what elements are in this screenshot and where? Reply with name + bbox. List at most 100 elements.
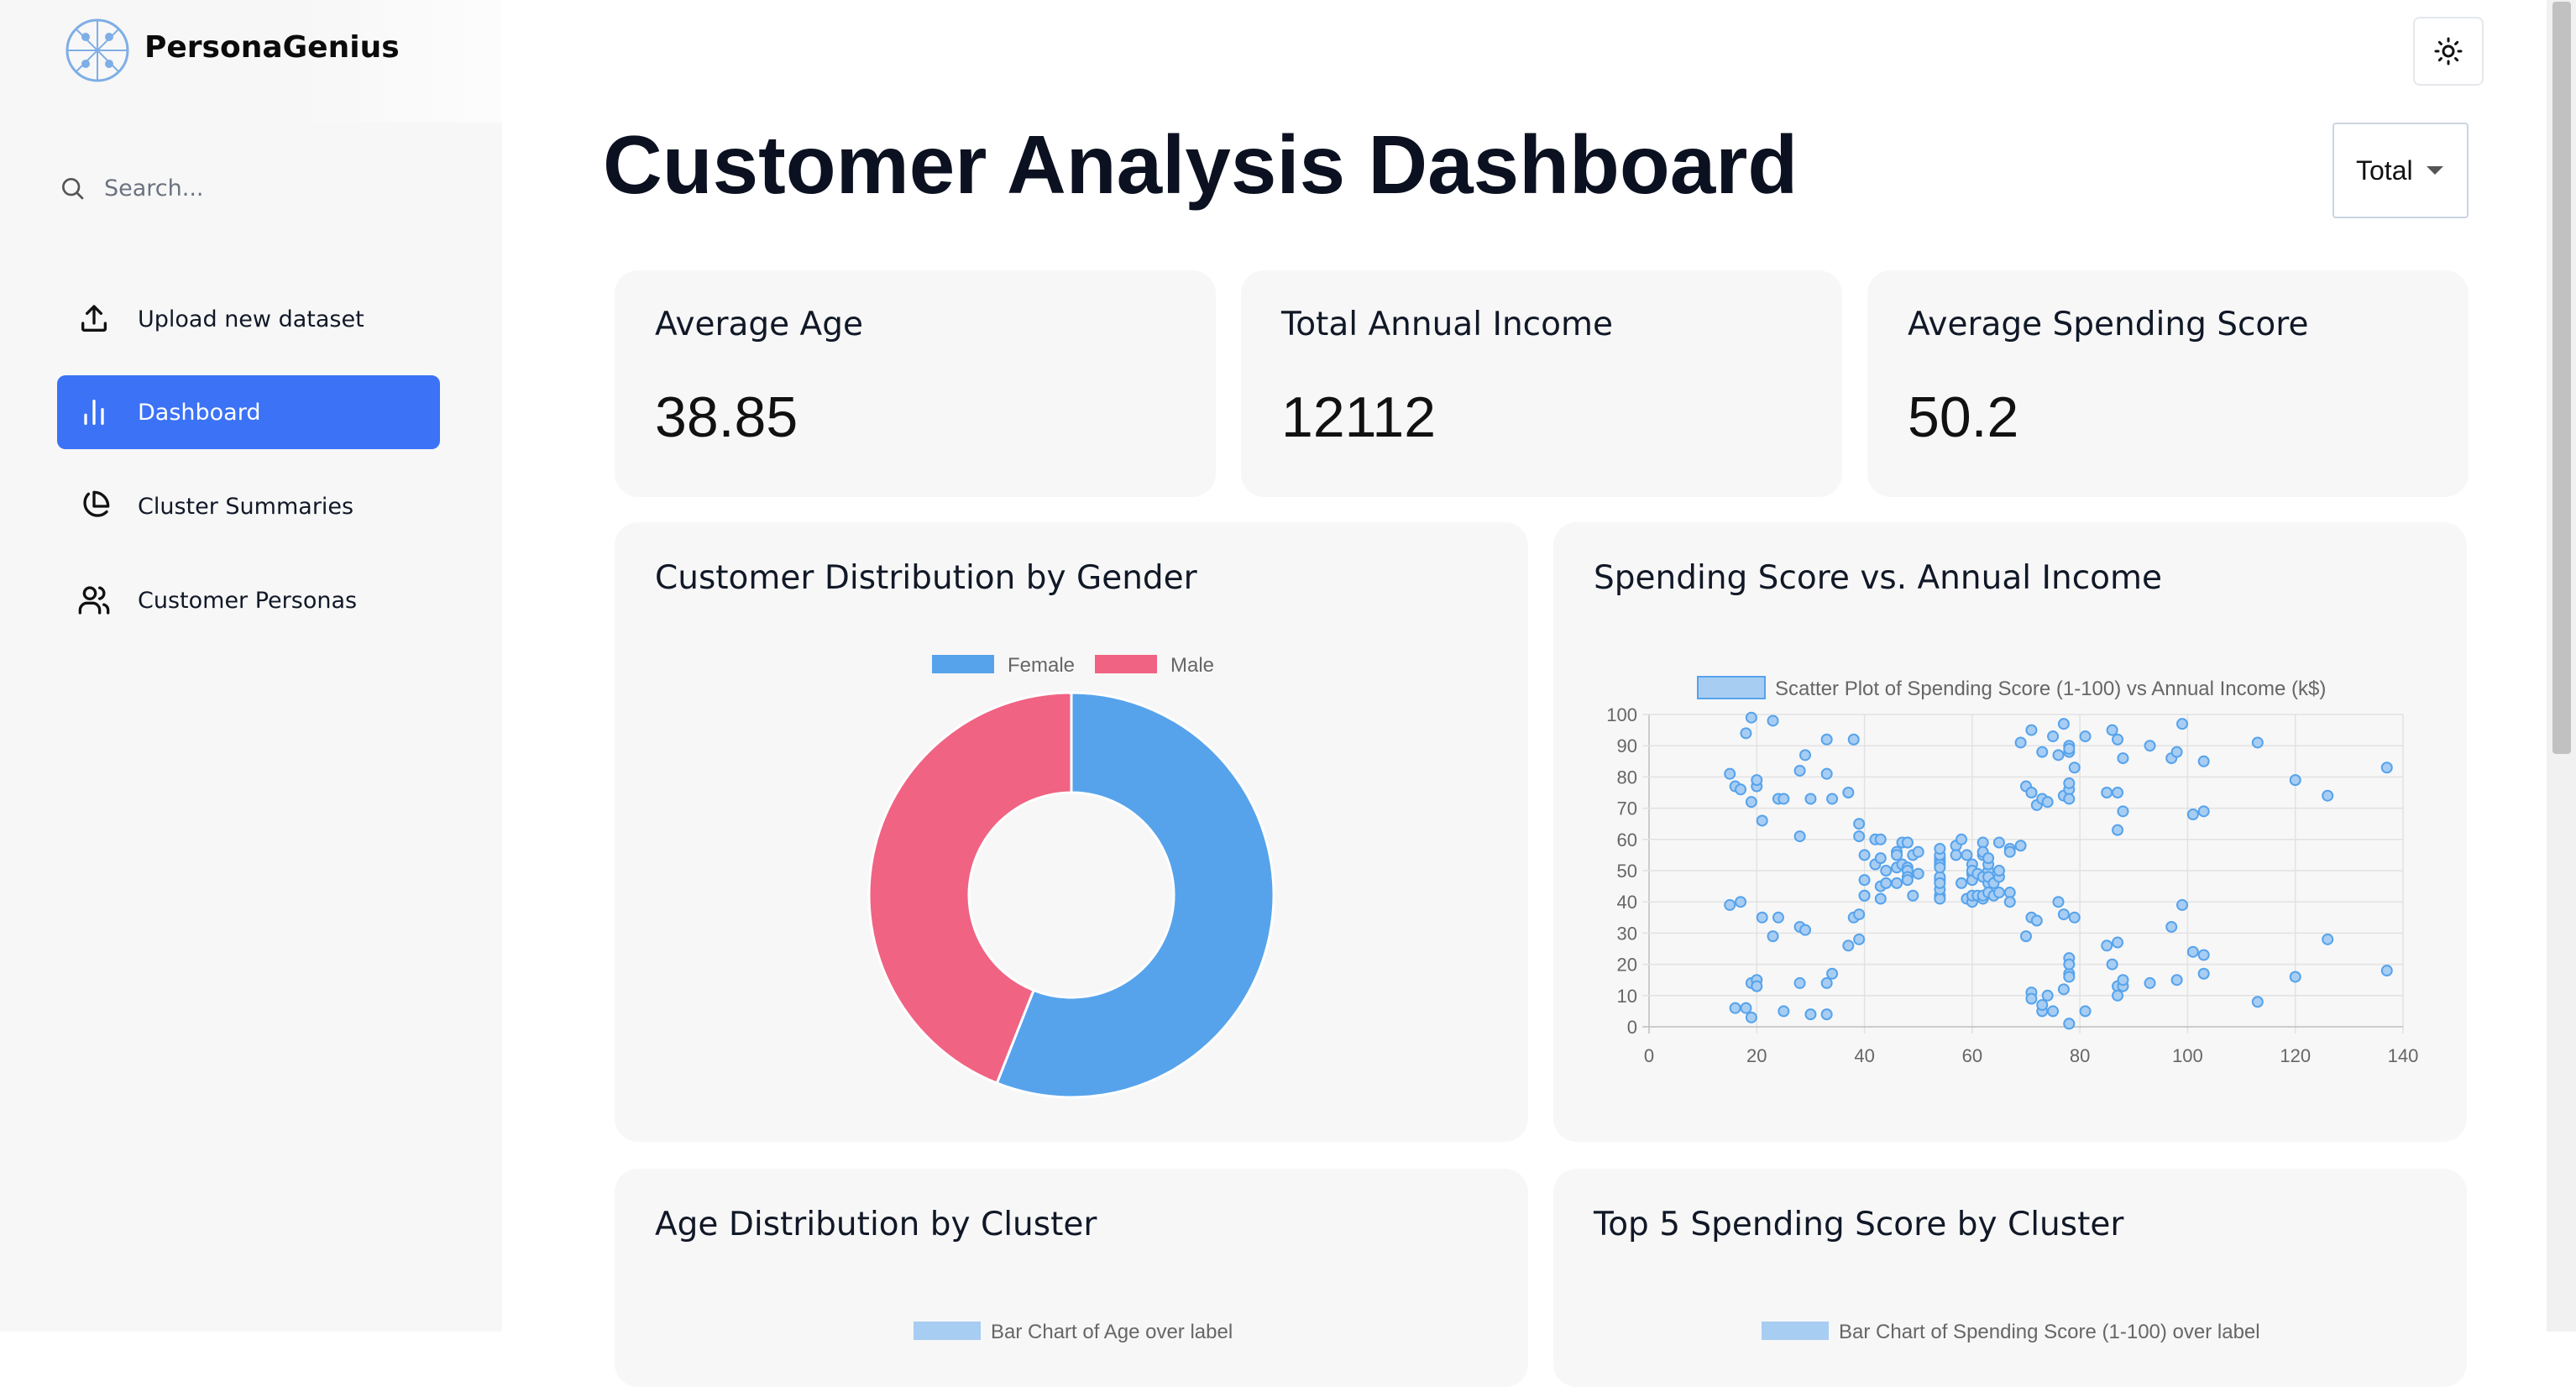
- scatter-point[interactable]: [2063, 958, 2076, 971]
- scatter-point[interactable]: [1793, 830, 1806, 843]
- scatter-point[interactable]: [1767, 930, 1779, 943]
- scatter-point[interactable]: [2197, 967, 2210, 980]
- scatter-point[interactable]: [1901, 836, 1914, 849]
- scatter-point[interactable]: [1804, 793, 1817, 805]
- scatter-point[interactable]: [2014, 840, 2027, 852]
- scatter-point[interactable]: [1880, 865, 1893, 877]
- scatter-point[interactable]: [1858, 874, 1871, 887]
- scatter-point[interactable]: [2052, 896, 2065, 908]
- scatter-point[interactable]: [1912, 867, 1924, 880]
- scatter-point[interactable]: [2079, 1005, 2092, 1018]
- scatter-point[interactable]: [1880, 877, 1893, 889]
- scatter-point[interactable]: [2068, 762, 2081, 774]
- scatter-point[interactable]: [1853, 818, 1866, 830]
- scatter-point[interactable]: [2025, 787, 2038, 798]
- scatter-point[interactable]: [2289, 774, 2301, 787]
- sidebar-item-cluster-summaries[interactable]: Cluster Summaries: [57, 469, 440, 543]
- scatter-point[interactable]: [2165, 920, 2178, 933]
- scatter-point[interactable]: [2322, 789, 2334, 802]
- scatter-point[interactable]: [1729, 1002, 1741, 1014]
- scatter-point[interactable]: [2052, 749, 2065, 762]
- scatter-point[interactable]: [1820, 1008, 1833, 1021]
- scatter-point[interactable]: [1853, 933, 1866, 945]
- scatter-point[interactable]: [1992, 865, 2005, 877]
- scatter-point[interactable]: [2176, 718, 2189, 730]
- scatter-point[interactable]: [2063, 1018, 2076, 1030]
- scatter-point[interactable]: [1793, 976, 1806, 989]
- scatter-point[interactable]: [2041, 989, 2054, 1002]
- scatter-point[interactable]: [2014, 736, 2027, 749]
- scatter-point[interactable]: [2380, 762, 2393, 774]
- scatter-point[interactable]: [2057, 718, 2070, 730]
- scatter-point[interactable]: [1820, 976, 1833, 989]
- scatter-point[interactable]: [2117, 805, 2129, 818]
- scatter-point[interactable]: [2176, 898, 2189, 911]
- scatter-point[interactable]: [2063, 793, 2076, 805]
- scatter-point[interactable]: [1740, 1002, 1752, 1014]
- scatter-point[interactable]: [1735, 783, 1747, 796]
- scatter-point[interactable]: [1751, 774, 1763, 787]
- scatter-point[interactable]: [2063, 777, 2076, 789]
- scatter-point[interactable]: [1724, 898, 1736, 911]
- scatter-point[interactable]: [2197, 755, 2210, 767]
- scatter-point[interactable]: [1772, 911, 1784, 924]
- scatter-point[interactable]: [1799, 749, 1812, 762]
- scatter-point[interactable]: [2057, 983, 2070, 996]
- scatter-point[interactable]: [1751, 980, 1763, 992]
- scatter-point[interactable]: [1934, 842, 1946, 855]
- scatter-point[interactable]: [1756, 911, 1768, 924]
- scatter-point[interactable]: [2186, 809, 2199, 821]
- scatter-point[interactable]: [1793, 764, 1806, 777]
- scatter-point[interactable]: [1992, 887, 2005, 899]
- scatter-point[interactable]: [1891, 877, 1903, 889]
- scatter-point[interactable]: [2289, 971, 2301, 983]
- scrollbar-thumb[interactable]: [2552, 2, 2571, 754]
- scatter-point[interactable]: [1820, 767, 1833, 780]
- scatter-point[interactable]: [1912, 845, 1924, 858]
- scatter-point[interactable]: [1756, 814, 1768, 827]
- scatter-point[interactable]: [1778, 793, 1790, 805]
- filter-select[interactable]: Total: [2333, 123, 2469, 218]
- scatter-point[interactable]: [2112, 733, 2124, 746]
- scatter-point[interactable]: [2380, 965, 2393, 977]
- scatter-point[interactable]: [2025, 992, 2038, 1005]
- scatter-point[interactable]: [1842, 939, 1855, 952]
- scatter-point[interactable]: [2036, 746, 2049, 758]
- scatter-point[interactable]: [2101, 787, 2113, 798]
- scatter-point[interactable]: [2047, 730, 2060, 743]
- scatter-point[interactable]: [2079, 730, 2092, 743]
- scatter-point[interactable]: [2063, 971, 2076, 983]
- search-box[interactable]: [55, 165, 442, 212]
- scatter-point[interactable]: [2322, 933, 2334, 945]
- scatter-point[interactable]: [1934, 861, 1946, 874]
- scatter-point[interactable]: [2063, 742, 2076, 755]
- scatter-point[interactable]: [2170, 746, 2183, 758]
- scatter-point[interactable]: [2251, 996, 2264, 1008]
- scatter-point[interactable]: [2117, 752, 2129, 765]
- scatter-point[interactable]: [1874, 892, 1887, 905]
- sidebar-item-upload[interactable]: Upload new dataset: [57, 282, 440, 356]
- scatter-point[interactable]: [1740, 727, 1752, 740]
- scatter-point[interactable]: [1956, 877, 1968, 889]
- scatter-point[interactable]: [1961, 849, 1973, 861]
- scatter-point[interactable]: [1745, 796, 1757, 809]
- scatter-point[interactable]: [1778, 1005, 1790, 1018]
- scatter-point[interactable]: [1956, 833, 1968, 845]
- scatter-point[interactable]: [2041, 796, 2054, 809]
- scatter-point[interactable]: [2186, 945, 2199, 958]
- scatter-point[interactable]: [1745, 1011, 1757, 1023]
- scatter-point[interactable]: [2003, 896, 2016, 908]
- scatter-point[interactable]: [2117, 974, 2129, 987]
- theme-toggle-button[interactable]: [2413, 17, 2484, 86]
- scatter-point[interactable]: [2112, 989, 2124, 1002]
- scatter-point[interactable]: [2047, 1005, 2060, 1018]
- scatter-point[interactable]: [2003, 845, 2016, 858]
- scatter-point[interactable]: [2106, 958, 2118, 971]
- scatter-point[interactable]: [2112, 936, 2124, 949]
- scatter-point[interactable]: [1934, 877, 1946, 889]
- scatter-point[interactable]: [2144, 976, 2156, 989]
- scatter-point[interactable]: [2030, 914, 2043, 927]
- scatter-point[interactable]: [1992, 836, 2005, 849]
- sidebar-item-customer-personas[interactable]: Customer Personas: [57, 563, 440, 637]
- scatter-point[interactable]: [2251, 736, 2264, 749]
